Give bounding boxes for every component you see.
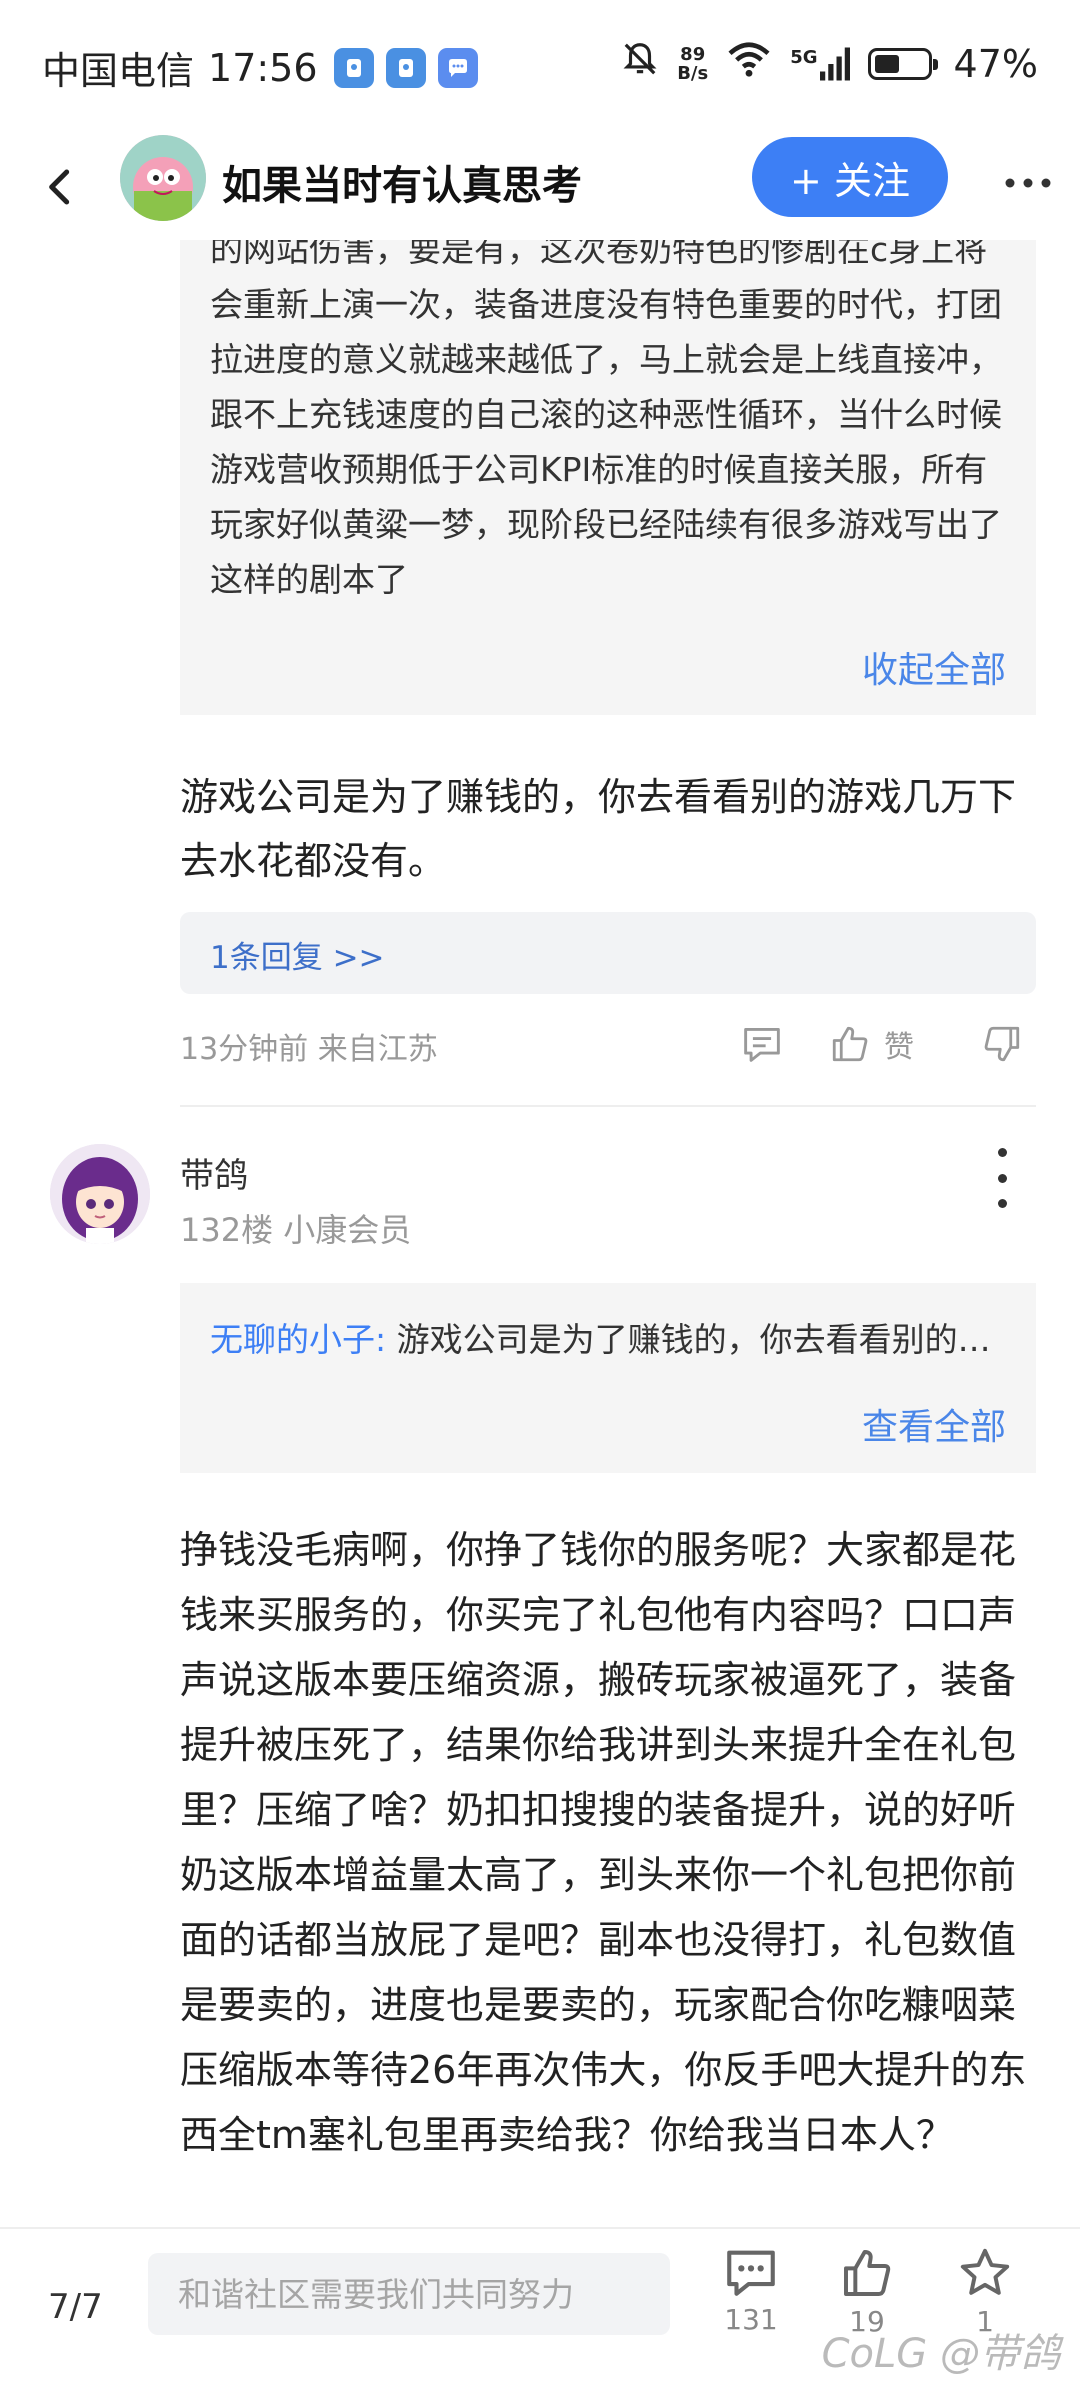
page-indicator[interactable]: 7/7 [48, 2287, 103, 2327]
quoted-reply-preview: 无聊的小子: 游戏公司是为了赚钱的，你去看看别的游戏几万下去水花都没有。 查看全… [180, 1283, 1036, 1473]
quoted-reply-line: 无聊的小子: 游戏公司是为了赚钱的，你去看看别的游戏几万下去水花都没有。 [210, 1313, 1010, 1361]
reply-text: 游戏公司是为了赚钱的，你去看看别的游戏几万下去水花都没有。 [180, 775, 1017, 883]
cellular-signal-icon: 5G [790, 46, 850, 81]
comments-button[interactable]: 131 [706, 2245, 796, 2336]
comment-bubble-icon [727, 2250, 775, 2296]
carrier-label: 中国电信 [42, 49, 195, 93]
thumbs-down-icon [984, 1026, 1020, 1062]
sub-replies-link[interactable]: 1条回复 >> [210, 932, 385, 977]
watermark: CoLG @带鸽 [821, 2331, 1060, 2377]
commenter-floor-info: 132楼 小康会员 [180, 1211, 412, 1249]
more-options-button[interactable] [1000, 155, 1056, 211]
net-speed-value: 89 [680, 43, 706, 65]
follow-button[interactable]: + 关注 [752, 137, 948, 217]
app-notification-icon [333, 47, 374, 88]
author-name[interactable]: 如果当时有认真思考 [222, 153, 582, 211]
reply-like-button[interactable]: 赞 [828, 1020, 914, 1068]
app-notification-icon-2 [385, 47, 426, 88]
comment-icon [744, 1028, 780, 1062]
network-type: 5G [790, 46, 818, 68]
chevron-left-icon [49, 169, 70, 205]
star-icon [960, 2248, 1010, 2295]
battery-icon [867, 47, 938, 80]
comment-count: 131 [724, 2303, 778, 2336]
net-speed-unit: B/s [677, 62, 709, 84]
like-label: 赞 [884, 1030, 914, 1065]
quoted-reply-text: 的网站伤害，要是有，这次卷奶特色的惨剧在c身上将会重新上演一次，装备进度没有特色… [210, 230, 1002, 599]
more-horizontal-icon [1005, 178, 1051, 188]
bottom-bar: 7/7 131 19 1 CoLG @带鸽 [0, 2227, 1080, 2387]
reply-comment-button[interactable] [740, 1020, 784, 1068]
reply-meta-row: 13分钟前 来自江苏 赞 [180, 1020, 1036, 1070]
comment-input[interactable] [148, 2253, 670, 2335]
comment-body: 挣钱没毛病啊，你挣了钱你的服务呢？大家都是花钱来买服务的，你买完了礼包他有内容吗… [180, 1528, 1027, 2157]
thread-header: 如果当时有认真思考 + 关注 [0, 135, 1080, 240]
collapse-all-link[interactable]: 收起全部 [862, 641, 1006, 693]
commenter-name[interactable]: 带鸽 [180, 1148, 248, 1197]
sub-replies-box[interactable]: 1条回复 >> [180, 912, 1036, 994]
quoted-excerpt: 游戏公司是为了赚钱的，你去看看别的游戏几万下去水花都没有。 [396, 1320, 1010, 1359]
mute-icon [621, 40, 659, 87]
comment-divider [180, 1105, 1036, 1107]
thumbs-up-icon [844, 2250, 891, 2296]
status-bar: 中国电信 17:56 89 B/s 5G 47% [0, 0, 1080, 135]
wifi-icon [726, 40, 772, 87]
clock: 17:56 [208, 45, 318, 90]
quoted-reply-block: 的网站伤害，要是有，这次卷奶特色的惨剧在c身上将会重新上演一次，装备进度没有特色… [180, 230, 1036, 715]
back-button[interactable] [30, 157, 90, 217]
reply-dislike-button[interactable] [980, 1020, 1024, 1068]
reply-meta: 13分钟前 来自江苏 [180, 1032, 438, 1067]
battery-percent: 47% [953, 41, 1038, 86]
author-avatar[interactable] [120, 135, 206, 221]
view-all-link[interactable]: 查看全部 [862, 1398, 1006, 1450]
net-speed: 89 B/s [677, 45, 708, 83]
thumbs-up-icon [832, 1026, 868, 1062]
quoted-author[interactable]: 无聊的小子: [210, 1320, 386, 1359]
message-notification-icon [437, 47, 478, 88]
commenter-avatar[interactable] [50, 1144, 150, 1244]
more-vertical-icon-dot [997, 1173, 1007, 1183]
more-vertical-icon-dot [997, 1199, 1007, 1208]
comment-more-button[interactable] [980, 1148, 1024, 1208]
more-vertical-icon-dot [997, 1148, 1007, 1157]
